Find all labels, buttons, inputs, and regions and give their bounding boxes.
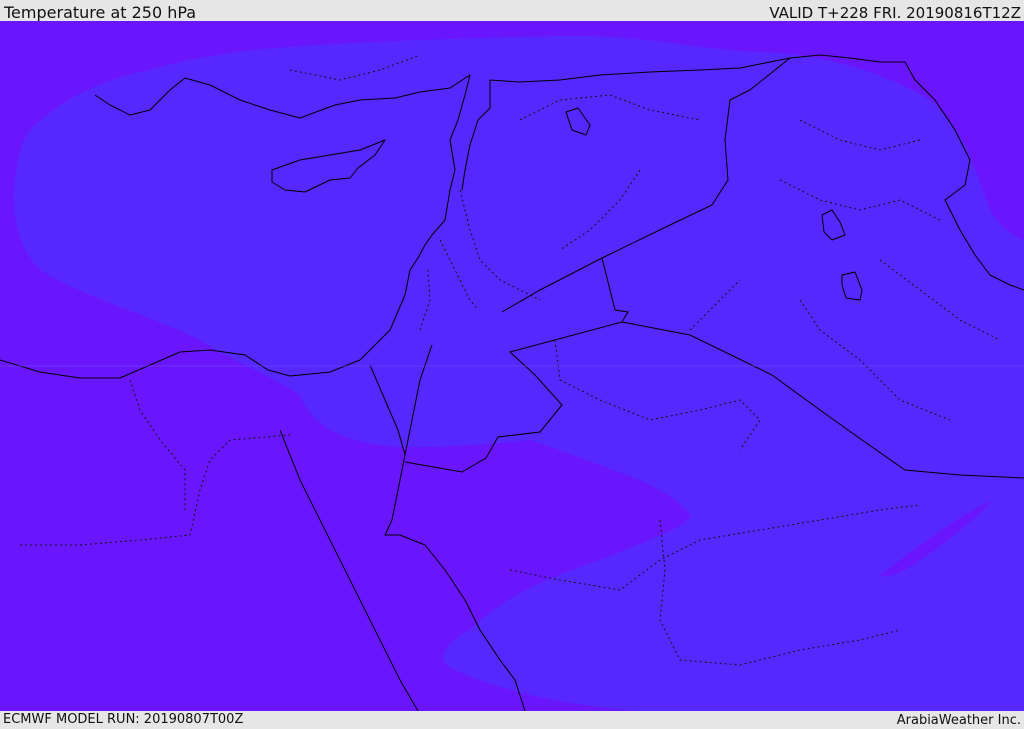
map-canvas [0, 21, 1024, 711]
map-header: Temperature at 250 hPa VALID T+228 FRI. … [0, 0, 1024, 22]
map-title: Temperature at 250 hPa [4, 3, 197, 22]
map-footer: ECMWF MODEL RUN: 20190807T00Z ArabiaWeat… [0, 711, 1024, 729]
model-run-label: ECMWF MODEL RUN: 20190807T00Z [3, 712, 244, 727]
brand-label: ArabiaWeather Inc. [896, 713, 1021, 728]
weather-map[interactable] [0, 21, 1024, 711]
valid-time-label: VALID T+228 FRI. 20190816T12Z [769, 4, 1021, 22]
